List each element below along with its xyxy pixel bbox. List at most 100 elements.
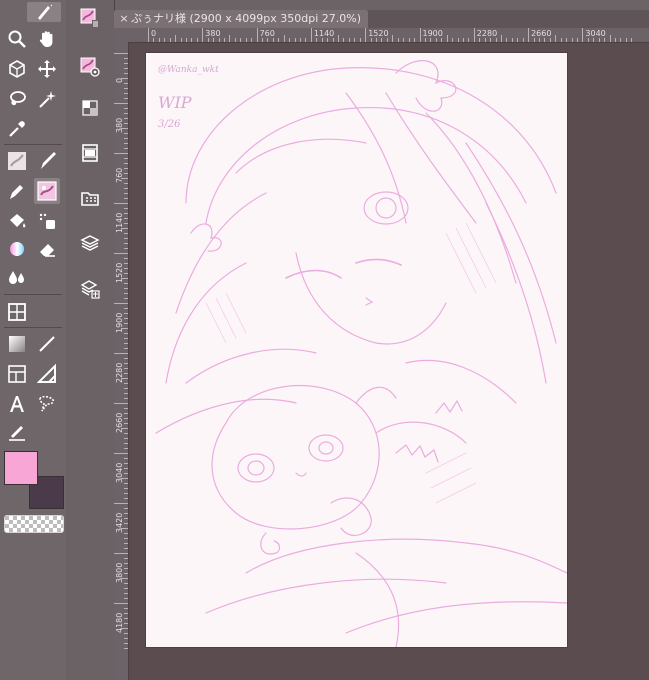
ruler-minor-tick [392, 35, 394, 42]
active-brush-icon[interactable] [34, 178, 60, 204]
ruler-minor-tick [224, 38, 226, 42]
ruler-minor-tick [414, 38, 416, 42]
ruler-minor-tick [598, 38, 600, 42]
tone-icon[interactable] [34, 208, 60, 234]
ruler-minor-tick [124, 193, 128, 194]
ruler-major-tick [528, 28, 530, 42]
ruler-minor-tick [484, 38, 486, 42]
ruler-minor-tick [124, 618, 128, 619]
brush-settings-icon[interactable] [78, 55, 102, 79]
ruler-minor-tick [124, 593, 128, 594]
ruler-minor-tick [124, 573, 128, 574]
brush-preset-icon[interactable] [4, 148, 30, 174]
balloon-icon[interactable] [34, 391, 60, 417]
ruler-minor-tick [124, 433, 128, 434]
ruler-minor-tick [124, 98, 128, 99]
ruler-minor-tick [124, 168, 128, 169]
ruler-minor-tick [338, 35, 340, 42]
auto-select-icon[interactable] [34, 86, 60, 112]
brush-sub-tool-icon[interactable] [78, 6, 102, 30]
ruler-minor-tick [124, 333, 128, 334]
ruler-minor-tick [560, 38, 562, 42]
navigator-icon[interactable] [78, 96, 102, 120]
main-color-swatch[interactable] [4, 451, 38, 485]
line-icon[interactable] [34, 331, 60, 357]
ruler-minor-tick [124, 558, 128, 559]
rectangle-icon[interactable] [4, 331, 30, 357]
animation-icon[interactable] [78, 141, 102, 165]
ruler-minor-tick [441, 38, 443, 42]
ruler-minor-tick [479, 38, 481, 42]
ruler-minor-tick [164, 38, 166, 42]
panel-icon[interactable] [4, 361, 30, 387]
ruler-minor-tick [124, 423, 128, 424]
ruler-minor-tick [468, 38, 470, 42]
drawing-canvas[interactable]: @Wanka_wkt WIP 3/26 [146, 53, 567, 647]
ruler-minor-tick [121, 328, 128, 329]
ruler-major-tick [582, 28, 584, 42]
object-icon[interactable] [4, 56, 30, 82]
ruler-minor-tick [124, 508, 128, 509]
ruler-major-tick [256, 28, 258, 42]
ruler-minor-tick [386, 38, 388, 42]
correction-icon[interactable] [4, 419, 30, 445]
ruler-minor-tick [522, 38, 524, 42]
ruler-minor-tick [124, 288, 128, 289]
ruler-minor-tick [124, 493, 128, 494]
ruler-minor-tick [124, 398, 128, 399]
eraser-icon[interactable] [34, 236, 60, 262]
ruler-minor-tick [124, 63, 128, 64]
pen-nib-icon[interactable] [34, 148, 60, 174]
ruler-label: 2280 [476, 29, 498, 38]
ruler-minor-tick [435, 38, 437, 42]
ruler-minor-tick [124, 233, 128, 234]
layers-icon[interactable] [78, 231, 102, 255]
sketch-artwork [155, 60, 567, 647]
ruler-minor-tick [566, 38, 568, 42]
ruler-minor-tick [124, 263, 128, 264]
ruler-label: 3420 [115, 512, 124, 533]
ruler-minor-tick [124, 638, 128, 639]
ruler-minor-tick [354, 38, 356, 42]
ruler-minor-tick [625, 38, 627, 42]
ruler-minor-tick [124, 498, 128, 499]
ruler-minor-tick [452, 38, 454, 42]
pen-icon[interactable] [27, 2, 61, 22]
transparent-color-swatch[interactable] [4, 515, 64, 533]
fill-icon[interactable] [4, 208, 30, 234]
layer-property-icon[interactable] [78, 277, 102, 301]
marker-icon[interactable] [4, 178, 30, 204]
ruler-minor-tick [124, 68, 128, 69]
gradient-icon[interactable] [4, 236, 30, 262]
blend-icon[interactable] [4, 264, 30, 290]
ruler-minor-tick [124, 488, 128, 489]
eyedropper-icon[interactable] [4, 116, 30, 142]
move-icon[interactable] [34, 56, 60, 82]
ruler-minor-tick [124, 623, 128, 624]
ruler-minor-tick [124, 613, 128, 614]
ruler-minor-tick [124, 268, 128, 269]
ruler-minor-tick [218, 38, 220, 42]
ruler-minor-tick [343, 38, 345, 42]
ruler-label: 0 [151, 29, 157, 38]
ruler-icon[interactable] [34, 361, 60, 387]
document-tab[interactable]: × ぷぅナリ様 (2900 x 4099px 350dpi 27.0%) [114, 10, 368, 28]
frame-icon[interactable] [4, 299, 30, 325]
ruler-major-tick [114, 153, 128, 154]
zoom-icon[interactable] [4, 26, 30, 52]
ruler-minor-tick [196, 38, 198, 42]
ruler-major-tick [114, 553, 128, 554]
ruler-label: 3040 [115, 462, 124, 483]
ruler-minor-tick [124, 348, 128, 349]
ruler-major-tick [114, 503, 128, 504]
ruler-minor-tick [124, 238, 128, 239]
ruler-minor-tick [124, 308, 128, 309]
text-icon[interactable] [4, 391, 30, 417]
lasso-icon[interactable] [4, 86, 30, 112]
material-icon[interactable] [78, 186, 102, 210]
ruler-major-tick [114, 53, 128, 54]
hand-icon[interactable] [34, 26, 60, 52]
ruler-major-tick [114, 603, 128, 604]
close-tab-icon[interactable]: × [117, 10, 131, 28]
ruler-minor-tick [124, 363, 128, 364]
